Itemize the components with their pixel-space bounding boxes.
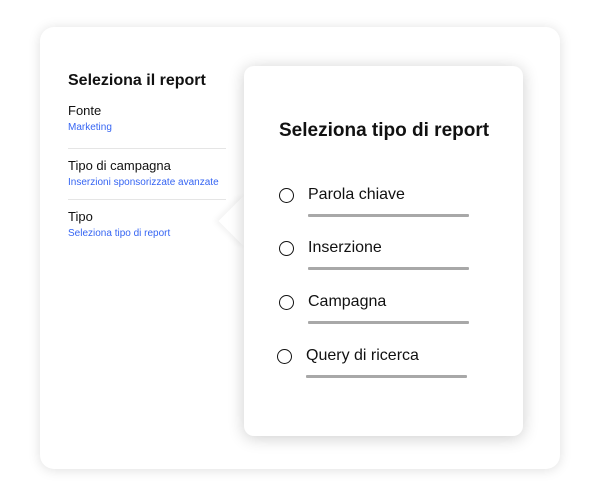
field-type-value[interactable]: Seleziona tipo di report <box>68 227 232 241</box>
field-type-label: Tipo <box>68 209 93 224</box>
field-source-value[interactable]: Marketing <box>68 121 232 135</box>
field-type[interactable]: Tipo Seleziona tipo di report <box>68 209 232 241</box>
option-label[interactable]: Query di ricerca <box>306 347 419 365</box>
option-underline <box>308 321 469 324</box>
field-campaign-type-value[interactable]: Inserzioni sponsorizzate avanzate <box>68 176 232 190</box>
option-underline <box>308 267 469 270</box>
field-source-label: Fonte <box>68 103 102 118</box>
popup-pointer-cover <box>244 190 274 252</box>
radio-button[interactable] <box>277 349 292 364</box>
field-source[interactable]: Fonte Marketing <box>68 103 232 135</box>
option-underline <box>308 214 469 217</box>
report-selector-title: Seleziona il report <box>68 72 206 89</box>
field-campaign-type-label: Tipo di campagna <box>68 158 171 173</box>
option-underline <box>306 375 467 378</box>
option-label[interactable]: Parola chiave <box>308 186 405 204</box>
field-campaign-type[interactable]: Tipo di campagna Inserzioni sponsorizzat… <box>68 158 232 190</box>
radio-button[interactable] <box>279 295 294 310</box>
divider <box>68 199 226 200</box>
radio-button[interactable] <box>279 241 294 256</box>
divider <box>68 148 226 149</box>
option-label[interactable]: Inserzione <box>308 239 382 257</box>
option-label[interactable]: Campagna <box>308 293 386 311</box>
radio-button[interactable] <box>279 188 294 203</box>
popup-title: Seleziona tipo di report <box>279 120 490 141</box>
